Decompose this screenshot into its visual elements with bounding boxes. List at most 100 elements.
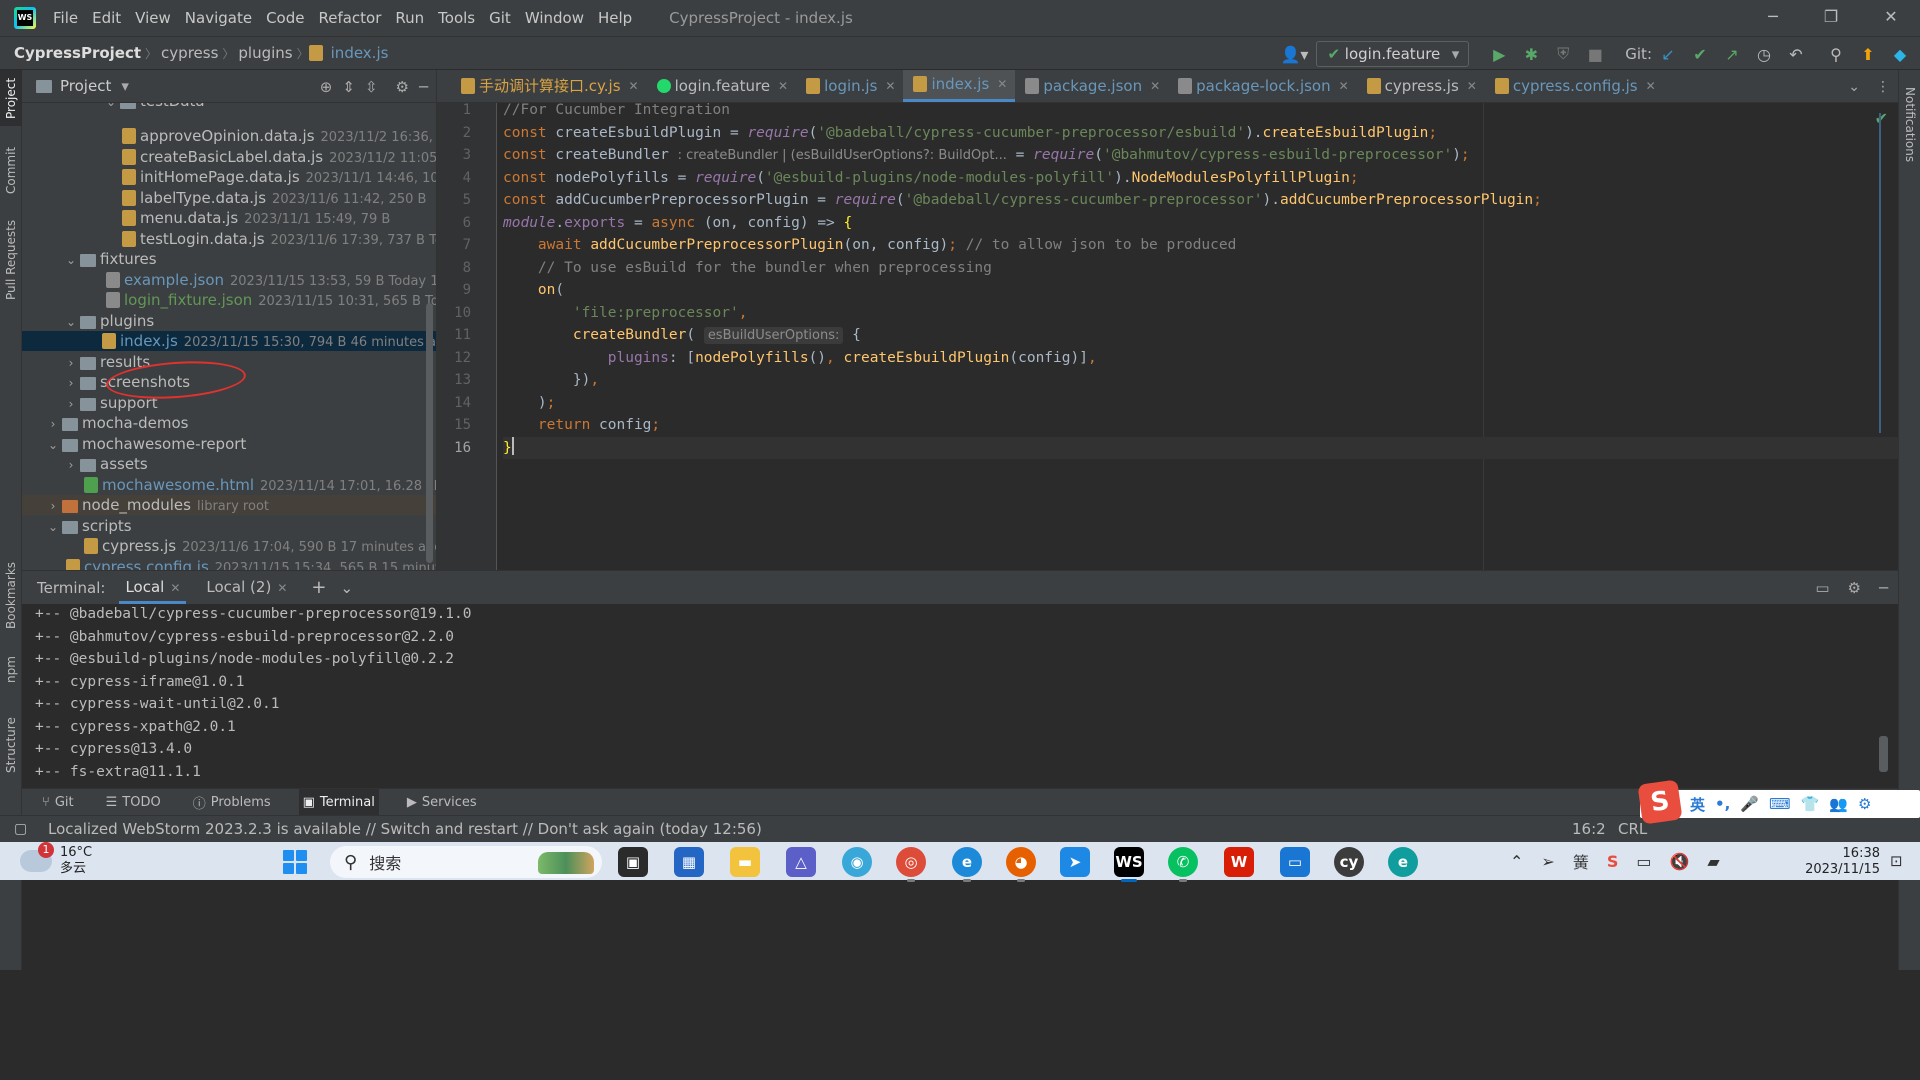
menu-edit[interactable]: Edit — [85, 9, 128, 27]
ime-tray-icon[interactable]: 簧 — [1573, 849, 1589, 873]
tool-tab-commit[interactable]: Commit — [0, 140, 22, 200]
microphone-icon[interactable]: 🎤 — [1740, 795, 1759, 813]
tool-todo[interactable]: ☰ TODO — [102, 789, 165, 816]
tree-row[interactable]: ⌄ fixtures — [22, 249, 436, 269]
sogou-ime-logo[interactable]: S — [1637, 779, 1683, 825]
tree-row[interactable]: ⌄ plugins — [22, 311, 436, 331]
tab-package-json[interactable]: package.json ✕ — [1015, 70, 1168, 102]
gear-icon[interactable]: ⚙ — [1858, 795, 1871, 813]
debug-icon[interactable]: ✱ — [1517, 40, 1545, 68]
tree-row[interactable]: labelType.data.js 2023/11/6 11:42, 250 B — [22, 188, 436, 208]
code-editor[interactable]: 1 2 3 4 5 6 7 8 9 10 11 12 13 14 15 16 /… — [437, 103, 1898, 570]
tree-row[interactable]: › support — [22, 393, 436, 413]
tree-row-selected[interactable]: index.js 2023/11/15 15:30, 794 B 46 minut… — [22, 331, 436, 352]
no-problems-check-icon[interactable]: ✔ — [1875, 109, 1888, 128]
tree-row[interactable]: mochawesome.html 2023/11/14 17:01, 16.28 … — [22, 475, 436, 495]
tree-row[interactable]: cypress.js 2023/11/6 17:04, 590 B 17 minu… — [22, 536, 436, 556]
git-commit-icon[interactable]: ✔ — [1686, 40, 1714, 68]
gear-icon[interactable]: ⚙ — [1848, 579, 1861, 597]
close-icon[interactable]: ✕ — [170, 581, 180, 595]
close-icon[interactable]: ✕ — [1467, 79, 1477, 93]
tool-tab-structure[interactable]: Structure — [0, 710, 22, 780]
expand-all-icon[interactable]: ⇕ — [342, 78, 355, 96]
chevron-right-icon[interactable]: › — [62, 394, 80, 414]
status-message[interactable]: Localized WebStorm 2023.2.3 is available… — [48, 820, 762, 838]
breadcrumb-project[interactable]: CypressProject — [0, 44, 145, 62]
chevron-down-icon[interactable]: ⌄ — [62, 250, 80, 270]
start-button[interactable] — [283, 850, 307, 874]
close-icon[interactable]: ✕ — [997, 77, 1007, 91]
tree-row[interactable]: › mocha-demos — [22, 413, 436, 433]
tree-row[interactable]: approveOpinion.data.js2023/11/2 16:36, 1… — [22, 126, 436, 146]
menu-navigate[interactable]: Navigate — [178, 9, 259, 27]
menu-tools[interactable]: Tools — [431, 9, 482, 27]
rollback-icon[interactable]: ↶ — [1782, 40, 1810, 68]
tree-row[interactable]: createBasicLabel.data.js2023/11/2 11:05,… — [22, 147, 436, 167]
close-icon[interactable]: ✕ — [277, 581, 287, 595]
tree-row[interactable]: › screenshots — [22, 372, 436, 392]
menu-view[interactable]: View — [128, 9, 178, 27]
taskbar-search[interactable]: ⚲ 搜索 — [330, 846, 602, 878]
tree-row[interactable]: › results — [22, 352, 436, 372]
tab-cypress-config[interactable]: cypress.config.js ✕ — [1485, 70, 1664, 102]
system-clock[interactable]: 16:38 2023/11/15 — [1780, 846, 1880, 878]
tree-row[interactable]: menu.data.js 2023/11/1 15:49, 79 B — [22, 208, 436, 228]
menu-help[interactable]: Help — [591, 9, 639, 27]
add-icon[interactable]: + — [311, 577, 326, 598]
terminal-tab-local-2[interactable]: Local (2) ✕ — [200, 571, 293, 604]
battery-icon[interactable]: ▰ — [1707, 852, 1719, 871]
tree-row[interactable]: cypress.config.js 2023/11/15 15:34, 565 B… — [22, 557, 436, 570]
close-icon[interactable]: ✕ — [778, 79, 788, 93]
chevron-down-icon[interactable]: ⌄ — [44, 435, 62, 455]
tree-row[interactable]: testLogin.data.js 2023/11/6 17:39, 737 B … — [22, 229, 436, 249]
terminal-scrollbar[interactable] — [1879, 736, 1888, 772]
chevron-down-icon[interactable]: ⌄ — [44, 517, 62, 537]
chevron-right-icon[interactable]: › — [62, 353, 80, 373]
run-icon[interactable]: ▶ — [1485, 40, 1513, 68]
tab-cypress-js[interactable]: cypress.js ✕ — [1357, 70, 1485, 102]
close-icon[interactable]: ✕ — [1150, 79, 1160, 93]
hide-icon[interactable]: ─ — [419, 78, 428, 96]
chevron-right-icon[interactable]: › — [44, 496, 62, 516]
tool-services[interactable]: ▶ Services — [403, 789, 481, 816]
more-icon[interactable]: ⋮ — [1876, 79, 1890, 95]
jetbrains-toolbox-icon[interactable]: ◆ — [1886, 40, 1914, 68]
menu-git[interactable]: Git — [482, 9, 518, 27]
chrome-icon[interactable]: ◎ — [896, 847, 926, 882]
breadcrumb-plugins[interactable]: plugins — [234, 44, 296, 62]
edge-icon[interactable]: e — [952, 847, 982, 882]
firefox-icon[interactable]: ◕ — [1006, 847, 1036, 882]
tree-row[interactable]: login_fixture.json 2023/11/15 10:31, 565 … — [22, 290, 436, 310]
tab-login-js[interactable]: login.js ✕ — [796, 70, 903, 102]
tool-tab-pull-requests[interactable]: Pull Requests — [0, 215, 22, 305]
layout-icon[interactable]: ▢ — [14, 821, 27, 837]
cypress-icon[interactable]: cy — [1334, 847, 1364, 877]
tab-index-js[interactable]: index.js ✕ — [903, 70, 1016, 102]
tab-package-lock[interactable]: package-lock.json ✕ — [1168, 70, 1357, 102]
menu-code[interactable]: Code — [259, 9, 311, 27]
volume-muted-icon[interactable]: 🔇 — [1669, 852, 1689, 871]
close-icon[interactable]: ✕ — [1339, 79, 1349, 93]
ime-lang-icon[interactable]: 英 — [1690, 794, 1705, 815]
stop-icon[interactable]: ■ — [1581, 40, 1609, 68]
terminal-tab-local[interactable]: Local ✕ — [119, 571, 187, 604]
tab-login-feature[interactable]: login.feature ✕ — [647, 70, 797, 102]
close-window-icon[interactable]: ✕ — [1862, 0, 1920, 36]
tool-git[interactable]: ⑂ Git — [38, 789, 78, 816]
collapse-all-icon[interactable]: ⇳ — [365, 78, 378, 96]
git-push-icon[interactable]: ↗ — [1718, 40, 1746, 68]
skin-icon[interactable]: 👕 — [1801, 795, 1820, 813]
wechat-icon[interactable]: ✆ — [1168, 847, 1198, 882]
close-icon[interactable]: ✕ — [1646, 79, 1656, 93]
ime-punct-icon[interactable]: •, — [1715, 795, 1730, 813]
run-config-select[interactable]: ✔ login.feature — [1316, 41, 1470, 67]
tree-row[interactable]: › assets — [22, 454, 436, 474]
send-icon[interactable]: ➢ — [1541, 852, 1554, 871]
minimize-icon[interactable]: ─ — [1744, 0, 1802, 36]
breadcrumb-file[interactable]: index.js — [327, 44, 393, 62]
wps-icon[interactable]: W — [1224, 847, 1254, 877]
task-view-icon[interactable]: ▣ — [618, 847, 648, 877]
tool-tab-notifications[interactable]: Notifications — [1899, 80, 1920, 170]
restore-icon[interactable]: ❐ — [1802, 0, 1860, 36]
chevron-down-icon[interactable]: ▾ — [121, 77, 129, 95]
